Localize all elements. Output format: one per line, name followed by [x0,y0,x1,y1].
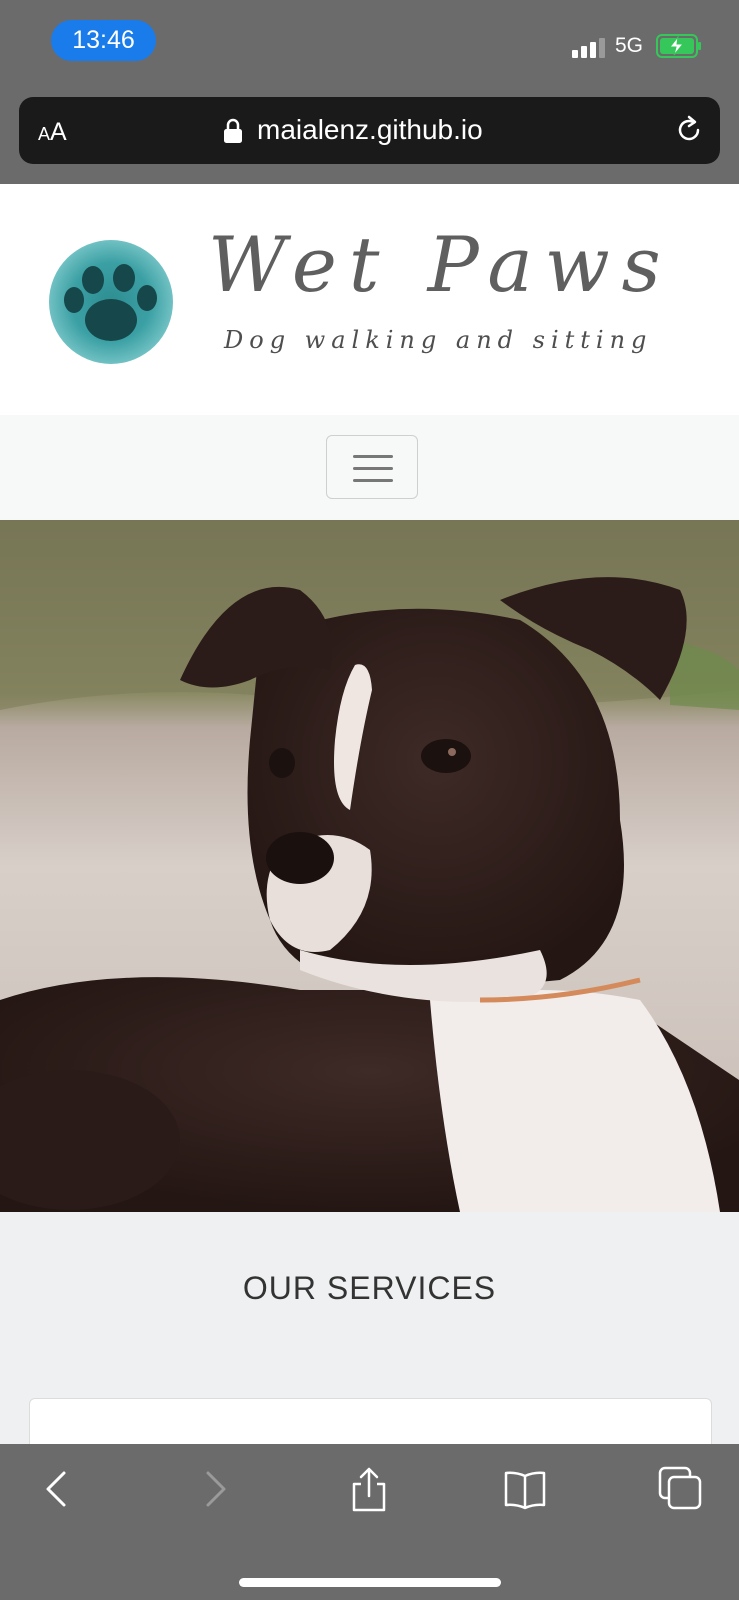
browser-toolbar [0,1444,739,1600]
lock-icon [224,118,242,143]
network-label: 5G [615,34,644,57]
navigation-bar [0,415,739,520]
services-section: OUR SERVICES [0,1212,739,1444]
status-bar: 13:46 5G [0,0,739,88]
menu-toggle-button[interactable] [326,435,418,499]
url-text[interactable]: maialenz.github.io [257,114,483,146]
back-icon[interactable] [34,1466,80,1512]
text-size-large-label: A [50,118,67,146]
logo[interactable] [49,240,173,364]
home-indicator[interactable] [239,1578,501,1587]
address-bar[interactable]: AA maialenz.github.io [19,97,720,164]
puppy-photo [0,520,739,1212]
paw-print-icon [64,264,157,341]
site-header: Wet Paws Dog walking and sitting [0,184,739,415]
bookmarks-icon[interactable] [502,1466,548,1512]
tabs-icon[interactable] [658,1466,704,1512]
status-time: 13:46 [51,20,156,61]
brand-name: Wet Paws [208,220,673,309]
signal-icon [572,36,606,58]
battery-charging-icon [656,34,701,58]
reload-icon[interactable] [673,114,705,146]
text-size-button[interactable]: AA [38,118,67,147]
services-heading: OUR SERVICES [242,1270,497,1306]
brand-tagline: Dog walking and sitting [224,326,653,354]
share-icon[interactable] [346,1466,392,1512]
web-content: Wet Paws Dog walking and sitting OUR SER… [0,184,739,1444]
forward-icon[interactable] [192,1466,238,1512]
text-size-small-label: A [38,124,51,144]
service-card[interactable] [29,1398,712,1444]
